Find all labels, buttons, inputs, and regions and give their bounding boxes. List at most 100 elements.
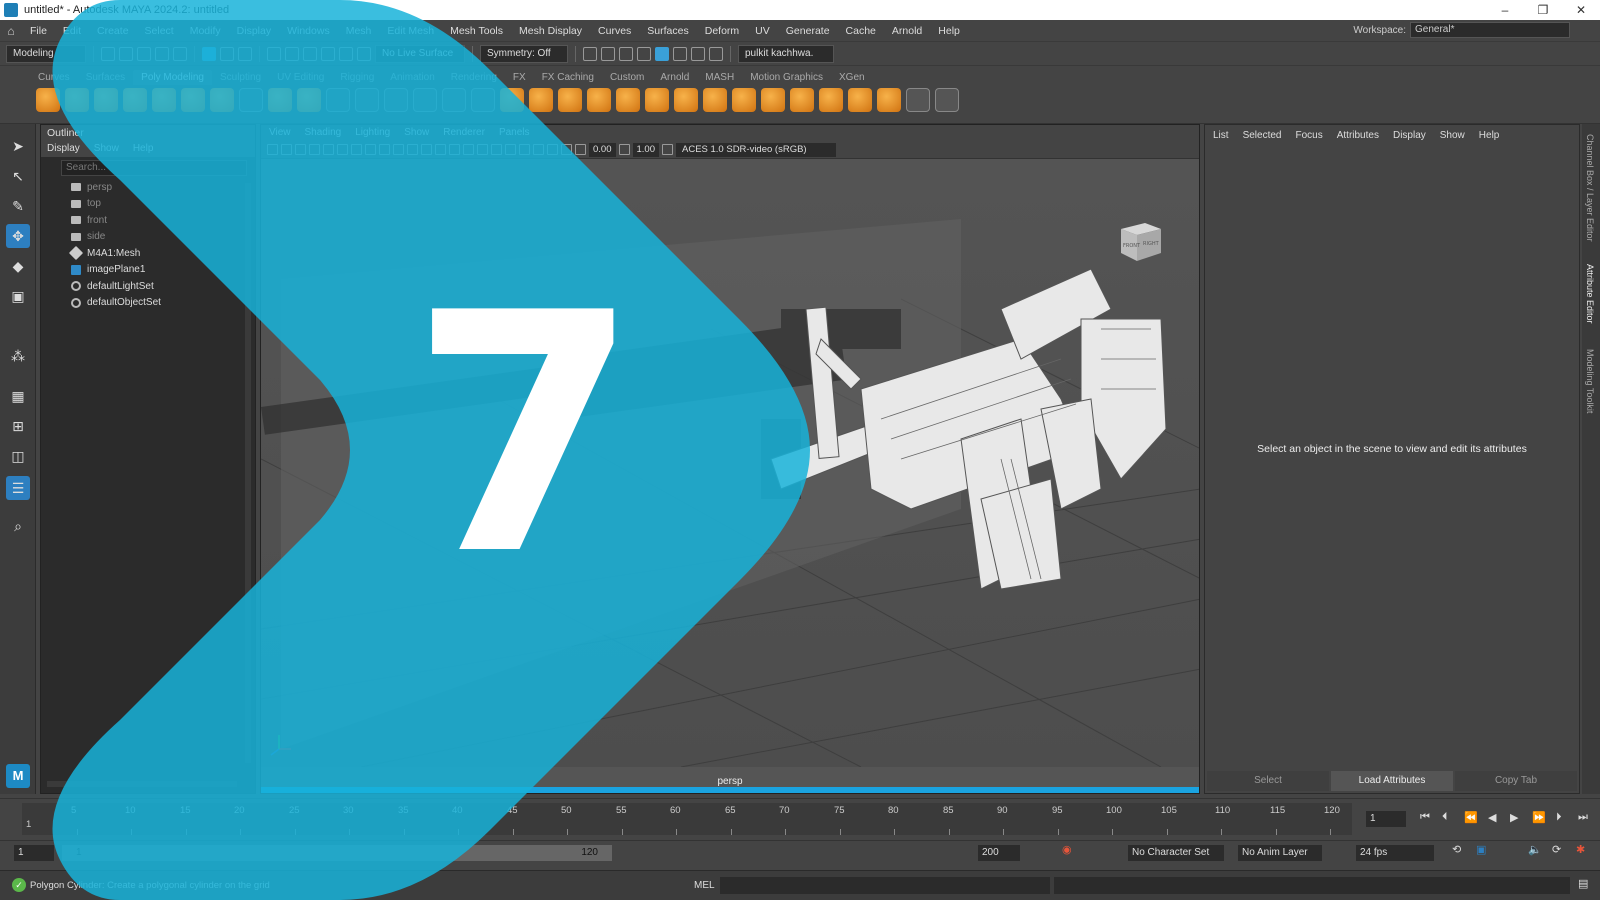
shelf-tab-uv-editing[interactable]: UV Editing [269, 70, 332, 85]
viewport-scene[interactable]: FRONT RIGHT [261, 159, 1199, 768]
close-icon[interactable]: ✕ [1562, 0, 1600, 20]
go-to-end-icon[interactable]: ⏭ [1578, 811, 1588, 824]
menu-create[interactable]: Create [89, 25, 137, 37]
attr-menu-display[interactable]: Display [1393, 125, 1426, 147]
resolution-gate-icon[interactable] [351, 144, 362, 155]
script-editor-icon[interactable]: ▤ [1578, 877, 1588, 890]
lasso-tool-icon[interactable]: ↖ [6, 164, 30, 188]
shelf-tab-fx-caching[interactable]: FX Caching [534, 70, 602, 85]
step-forward-key-icon[interactable]: ⏩ [1532, 811, 1546, 824]
poly-text-icon[interactable] [326, 88, 350, 112]
cache-playback-icon[interactable]: ▣ [1476, 843, 1486, 856]
outliner-item-top[interactable]: top [71, 196, 255, 213]
combine-icon[interactable] [471, 88, 495, 112]
poly-svg-icon[interactable] [355, 88, 379, 112]
outliner-item-side[interactable]: side [71, 229, 255, 246]
menu-edit-mesh[interactable]: Edit Mesh [379, 25, 442, 37]
live-surface-field[interactable]: No Live Surface [375, 44, 465, 63]
bevel-icon[interactable] [732, 88, 756, 112]
undo-icon[interactable] [155, 46, 169, 61]
shelf-tab-rigging[interactable]: Rigging [332, 70, 382, 85]
select-tool-icon[interactable]: ➤ [6, 134, 30, 158]
menu-uv[interactable]: UV [747, 25, 778, 37]
command-input[interactable] [720, 877, 1050, 894]
shelf-tab-rendering[interactable]: Rendering [443, 70, 505, 85]
go-to-start-icon[interactable]: ⏮ [1420, 811, 1430, 824]
color-space-dropdown[interactable]: ACES 1.0 SDR-video (sRGB) [676, 142, 836, 157]
auto-key-icon[interactable]: ◉ [1062, 843, 1072, 856]
viewport-panel[interactable]: View Shading Lighting Show Renderer Pane… [260, 124, 1200, 794]
bookmark-icon[interactable] [295, 144, 306, 155]
ambient-occlusion-icon[interactable] [491, 144, 502, 155]
shelf-tab-xgen[interactable]: XGen [831, 70, 873, 85]
lights-icon[interactable] [463, 144, 474, 155]
outliner-horizontal-scrollbar[interactable] [47, 781, 237, 787]
scale-tool-icon[interactable]: ▣ [6, 284, 30, 308]
arnold-render-icon[interactable] [673, 46, 687, 61]
view-cube[interactable]: FRONT RIGHT [1117, 219, 1165, 263]
viewport-menu-view[interactable]: View [269, 125, 291, 141]
snap-surface-icon[interactable] [339, 46, 353, 61]
exposure-icon[interactable] [575, 144, 586, 155]
select-by-component-icon[interactable] [238, 46, 252, 61]
menu-deform[interactable]: Deform [697, 25, 747, 37]
center-pivot-icon[interactable] [413, 88, 437, 112]
smooth-shade-icon[interactable] [421, 144, 432, 155]
xray-icon[interactable] [547, 144, 558, 155]
connect-icon[interactable] [848, 88, 872, 112]
symmetry-dropdown[interactable]: Symmetry: Off [480, 44, 568, 63]
snap-view-icon[interactable] [321, 46, 335, 61]
viewport-menu-panels[interactable]: Panels [499, 125, 530, 141]
isolate-select-icon[interactable] [533, 144, 544, 155]
exposure-field[interactable]: 0.00 [589, 142, 616, 157]
multi-cut-icon[interactable] [790, 88, 814, 112]
smooth-icon[interactable] [529, 88, 553, 112]
snap-vertex-icon[interactable] [357, 46, 371, 61]
minimize-icon[interactable]: – [1486, 0, 1524, 20]
select-button[interactable]: Select [1207, 771, 1329, 791]
shelf-tab-sculpting[interactable]: Sculpting [212, 70, 269, 85]
step-back-key-icon[interactable]: ⏪ [1464, 811, 1478, 824]
home-icon[interactable]: ⌂ [0, 24, 22, 38]
boolean-intersection-icon[interactable] [616, 88, 640, 112]
poly-disc-icon[interactable] [210, 88, 234, 112]
attr-menu-attributes[interactable]: Attributes [1337, 125, 1379, 147]
camera-attributes-icon[interactable] [281, 144, 292, 155]
freeze-transform-icon[interactable] [442, 88, 466, 112]
poly-torus-icon[interactable] [152, 88, 176, 112]
attr-menu-help[interactable]: Help [1479, 125, 1500, 147]
shelf-tab-curves[interactable]: Curves [30, 70, 78, 85]
four-pane-layout-icon[interactable]: ⊞ [6, 414, 30, 438]
outliner-menu-show[interactable]: Show [94, 141, 119, 157]
new-scene-icon[interactable] [101, 46, 115, 61]
menu-surfaces[interactable]: Surfaces [639, 25, 696, 37]
fps-dropdown[interactable]: 24 fps [1356, 845, 1434, 861]
attr-menu-list[interactable]: List [1213, 125, 1229, 147]
snap-grid-icon[interactable] [267, 46, 281, 61]
super-shape-icon[interactable] [268, 88, 292, 112]
field-chart-icon[interactable] [379, 144, 390, 155]
workspace-dropdown[interactable]: General* [1410, 22, 1570, 38]
outliner-search-input[interactable]: Search... [61, 160, 247, 176]
outliner-layout-icon[interactable]: ☰ [6, 476, 30, 500]
outliner-item-front[interactable]: front [71, 212, 255, 229]
animation-start-field[interactable]: 1 [14, 845, 54, 861]
shelf-tab-mash[interactable]: MASH [697, 70, 742, 85]
copy-tab-button[interactable]: Copy Tab [1455, 771, 1577, 791]
mel-toggle-button[interactable]: MEL [694, 880, 715, 891]
viewport-menu-lighting[interactable]: Lighting [355, 125, 390, 141]
poly-sphere-icon[interactable] [36, 88, 60, 112]
hypershade-icon[interactable] [655, 46, 669, 61]
outliner-menu-help[interactable]: Help [133, 141, 154, 157]
sound-icon[interactable]: 🔈 [1528, 843, 1542, 856]
gamma-icon[interactable] [618, 144, 630, 155]
menu-help[interactable]: Help [930, 25, 968, 37]
play-backwards-icon[interactable]: ◀ [1488, 811, 1496, 824]
mirror-icon[interactable] [645, 88, 669, 112]
tab-channel-box[interactable]: Channel Box / Layer Editor [1585, 134, 1595, 242]
menu-modify[interactable]: Modify [182, 25, 229, 37]
fill-hole-icon[interactable] [761, 88, 785, 112]
select-camera-icon[interactable] [267, 144, 278, 155]
mode-dropdown[interactable]: Modeling [6, 44, 86, 63]
loop-icon[interactable]: ⟲ [1452, 843, 1461, 856]
